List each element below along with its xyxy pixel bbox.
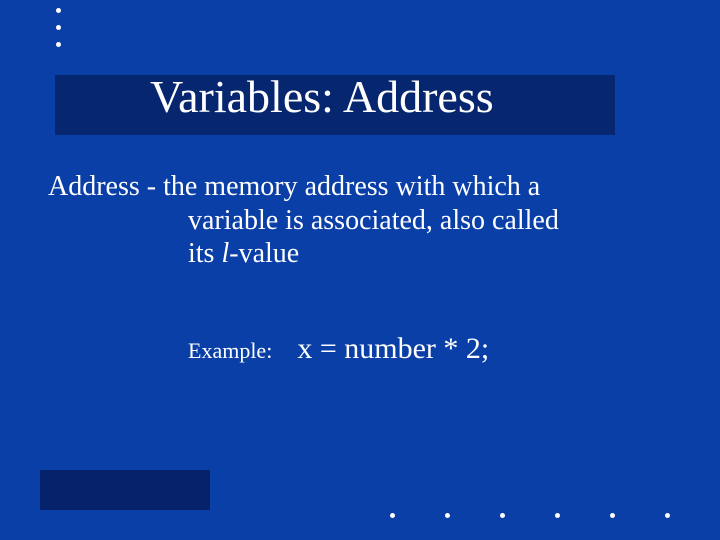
example-label: Example: [188, 338, 272, 363]
decorative-bullets-top [56, 8, 61, 59]
definition-text: its [188, 238, 221, 269]
dot-icon [445, 513, 450, 518]
dot-icon [390, 513, 395, 518]
definition-text: -value [229, 238, 299, 269]
dot-icon [56, 25, 61, 30]
example-code: x = number * 2; [297, 332, 489, 365]
dot-icon [56, 42, 61, 47]
example-row: Example: x = number * 2; [188, 331, 680, 367]
definition-line: its l-value [188, 237, 680, 271]
definition-line: Address - the memory address with which … [48, 170, 680, 204]
definition-line: variable is associated, also called [188, 204, 680, 238]
dot-icon [555, 513, 560, 518]
dot-icon [56, 8, 61, 13]
slide-body: Address - the memory address with which … [48, 170, 680, 367]
slide: Variables: Address Address - the memory … [0, 0, 720, 540]
dot-icon [610, 513, 615, 518]
dot-icon [500, 513, 505, 518]
dot-icon [665, 513, 670, 518]
decorative-bar [40, 470, 210, 510]
decorative-bullets-bottom [390, 513, 720, 518]
slide-title: Variables: Address [150, 70, 494, 123]
